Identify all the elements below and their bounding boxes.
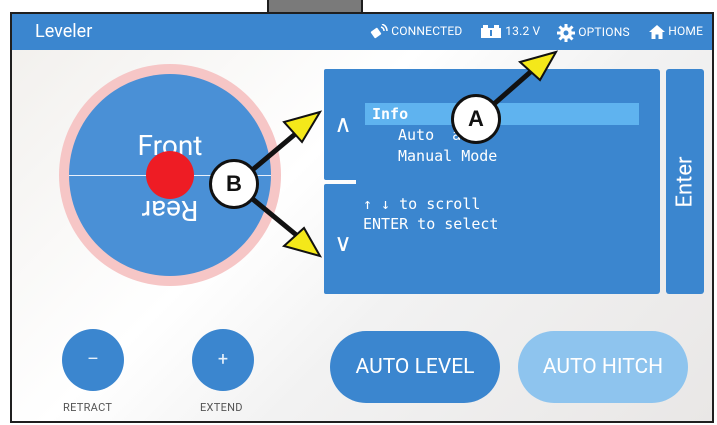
callout-b: B [209, 159, 259, 209]
manual-figure: Leveler CONNECTED 13.2 V OPTIONS HOME Fr… [0, 0, 717, 425]
callout-a: A [451, 94, 501, 144]
callout-arrows [236, 50, 559, 258]
